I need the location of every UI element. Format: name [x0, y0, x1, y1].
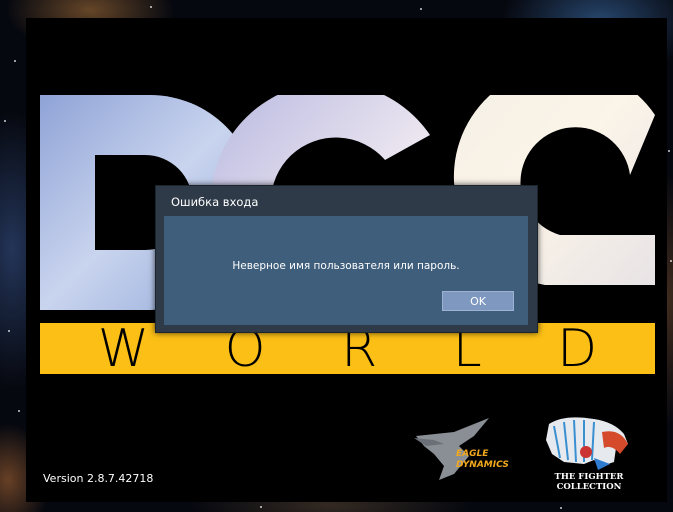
- star: [150, 6, 152, 8]
- star: [260, 506, 262, 508]
- eagle-logo-line2: DYNAMICS: [456, 460, 509, 470]
- eagle-logo-line1: EAGLE: [456, 449, 489, 459]
- star: [4, 120, 6, 122]
- dialog-message: Неверное имя пользователя или пароль.: [232, 260, 460, 272]
- star: [8, 330, 10, 332]
- login-error-dialog: Ошибка входа Неверное имя пользователя и…: [155, 185, 538, 333]
- dialog-title: Ошибка входа: [171, 195, 259, 209]
- star: [668, 150, 670, 152]
- world-letter: D: [557, 318, 598, 379]
- version-label: Version 2.8.7.42718: [43, 472, 154, 485]
- star: [14, 60, 16, 62]
- dialog-body: Неверное имя пользователя или пароль. OK: [164, 216, 528, 325]
- star: [18, 410, 20, 412]
- star: [560, 507, 562, 509]
- eagle-dynamics-logo-icon: EAGLE DYNAMICS: [414, 418, 509, 480]
- tfc-logo-label: THE FIGHTER COLLECTION: [554, 472, 624, 492]
- star: [420, 8, 422, 10]
- ok-button[interactable]: OK: [442, 291, 514, 311]
- world-letter: W: [97, 318, 150, 379]
- star: [670, 260, 672, 262]
